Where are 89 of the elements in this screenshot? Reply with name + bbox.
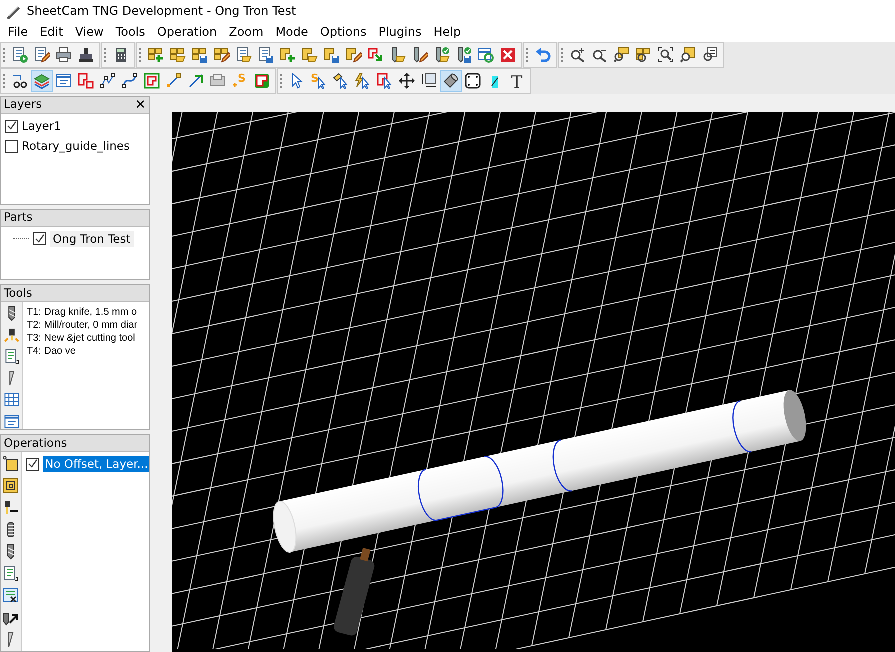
undo-icon [535,47,551,63]
tool-item[interactable]: T1: Drag knife, 1.5 mm o [27,306,145,320]
layer-label[interactable]: Layer1 [22,118,62,134]
layer-label[interactable]: Rotary_guide_lines [22,138,130,154]
tool-approved-folder-icon [434,47,450,63]
plasma-torch-icon[interactable] [4,328,20,344]
zoom-fit-icon [658,47,674,63]
cylinder-icon [443,73,459,89]
checkbox[interactable] [26,458,40,471]
menu-item[interactable]: Operation [151,22,224,42]
page-folder-icon [236,47,252,63]
curve-icon [122,73,138,89]
cylinder-button[interactable] [440,70,462,92]
glasses-icon [12,73,28,89]
table-refresh-icon [478,47,494,63]
window-icon [56,73,72,89]
checkbox[interactable] [5,120,18,132]
checkbox[interactable] [5,140,18,152]
panel-title: Tools [4,284,32,302]
nodes-icon [100,73,116,89]
shape-outline-icon [144,73,160,89]
gcode-icon[interactable] [3,566,20,582]
run-icon [12,47,28,63]
parts-pencil-icon [214,47,230,63]
gcode-icon[interactable] [4,349,20,365]
line-point-icon [166,73,182,89]
shape-folder-icon [302,47,318,63]
menu-item[interactable]: Zoom [223,22,270,42]
window-icon[interactable] [4,414,20,430]
menu-item[interactable]: Help [428,22,468,42]
shape-pencil-icon [346,47,362,63]
tool-cursor-icon [333,73,349,89]
printer-icon [56,47,72,63]
menu-item[interactable]: Mode [270,22,314,42]
shape-disk-icon [324,47,340,63]
menu-item[interactable]: View [69,22,110,42]
profile-icon[interactable] [3,456,20,472]
zoom-parts-icon [636,47,652,63]
shape-cursor-icon [377,73,393,89]
resize-icon [421,73,437,89]
tool-folder-icon [390,47,406,63]
window-title: SheetCam TNG Development - Ong Tron Test [27,3,296,20]
outline-icon [78,73,94,89]
script-icon[interactable] [3,588,20,604]
menu-item[interactable]: Edit [34,22,70,42]
tool-pencil-icon [412,47,428,63]
panel-title: Parts [4,209,33,226]
shape-add-icon [280,47,296,63]
page-disk-icon [258,47,274,63]
panel-title: Layers [4,96,42,114]
zoom-shape-icon [614,47,630,63]
layers-button[interactable] [31,70,53,92]
tool-item[interactable]: T4: Dao ve [27,345,145,358]
tree-line [13,238,29,240]
parts-add-icon [148,47,164,63]
plasma-arrow-icon[interactable] [3,500,20,516]
menu-item[interactable]: Plugins [372,22,428,42]
calculator-icon [113,47,129,63]
close-button[interactable]: ✕ [135,98,146,112]
operation-entry[interactable]: No Offset, Layer... [43,456,149,472]
tool-item[interactable]: T3: New &jet cutting tool [27,332,145,346]
zoom-part-icon [680,47,696,63]
part-label[interactable]: Ong Tron Test [50,230,134,247]
menu-item[interactable]: Options [314,22,373,42]
menu-item[interactable]: File [2,22,34,42]
checkbox[interactable] [33,232,46,246]
bolt-cursor-icon [355,73,371,89]
edit-icon [34,47,50,63]
parts-disk-icon [192,47,208,63]
layers-icon [34,73,50,89]
parts-folder-icon [170,47,186,63]
tool-approved-disk-icon [456,47,472,63]
line-arrow-icon [188,73,204,89]
zoom-out-icon [592,47,608,63]
app-icon [6,4,21,18]
outline-import-icon [368,47,384,63]
machine-icon [210,73,226,89]
move-icon [399,73,415,89]
shape-outline-icon [254,73,270,89]
table-icon[interactable] [4,392,20,408]
tool-item[interactable]: T2: Mill/router, 0 mm diar [27,319,145,332]
close-icon [500,47,516,63]
zoom-in-icon [570,47,586,63]
panel-title: Operations [4,434,68,452]
zoom-settings-icon [702,47,718,63]
menu-item[interactable]: Tools [110,22,152,42]
rectangle-icon [465,73,481,89]
plotter-icon [78,47,94,63]
pocket-icon[interactable] [3,478,20,494]
